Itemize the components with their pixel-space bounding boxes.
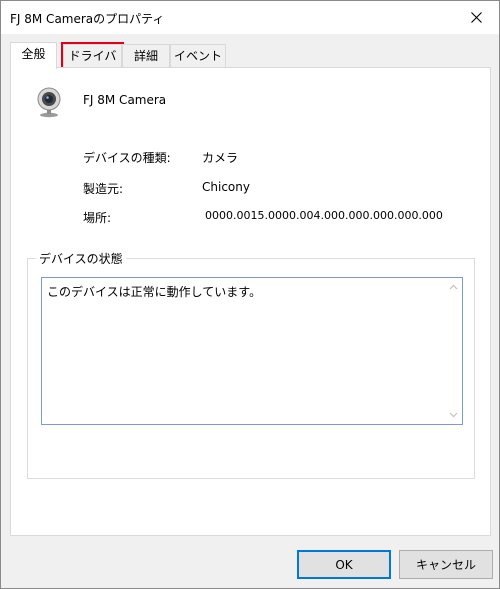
title-bar: FJ 8M Cameraのプロパティ [1,1,499,34]
cancel-button[interactable]: キャンセル [399,550,493,579]
vertical-scrollbar[interactable] [445,278,462,424]
scroll-up-icon[interactable] [448,282,459,293]
manufacturer-label: 製造元: [83,182,124,196]
device-type-label: デバイスの種類: [83,151,171,165]
webcam-icon [37,87,61,118]
device-status-group: デバイスの状態 このデバイスは正常に動作しています。 [27,250,475,479]
tab-events-label: イベント [173,49,222,63]
tab-driver[interactable]: ドライバー [61,42,124,85]
ok-button[interactable]: OK [297,550,391,579]
tab-general[interactable]: 全般 [10,42,57,69]
close-button[interactable] [453,1,499,34]
device-status-text: このデバイスは正常に動作しています。 [47,285,262,299]
location-label: 場所: [83,211,112,225]
tab-events[interactable]: イベント [170,44,226,68]
tab-details[interactable]: 詳細 [122,44,170,68]
properties-dialog: FJ 8M Cameraのプロパティ 全般 ドライバー 詳細 イベント FJ 8… [0,0,500,589]
general-tab-panel: FJ 8M Camera デバイスの種類: カメラ 製造元: Chicony 場… [10,67,491,536]
tab-details-label: 詳細 [133,49,158,63]
scroll-down-icon[interactable] [448,409,459,420]
manufacturer-value: Chicony [202,180,250,194]
device-name: FJ 8M Camera [83,93,167,107]
close-icon [470,12,482,23]
window-title: FJ 8M Cameraのプロパティ [10,12,165,26]
device-status-group-label: デバイスの状態 [36,250,126,267]
device-status-textbox[interactable]: このデバイスは正常に動作しています。 [41,277,463,425]
device-type-value: カメラ [202,151,239,165]
location-value: 0000.0015.0000.004.000.000.000.000.000 [205,209,443,222]
tab-general-label: 全般 [21,47,46,61]
